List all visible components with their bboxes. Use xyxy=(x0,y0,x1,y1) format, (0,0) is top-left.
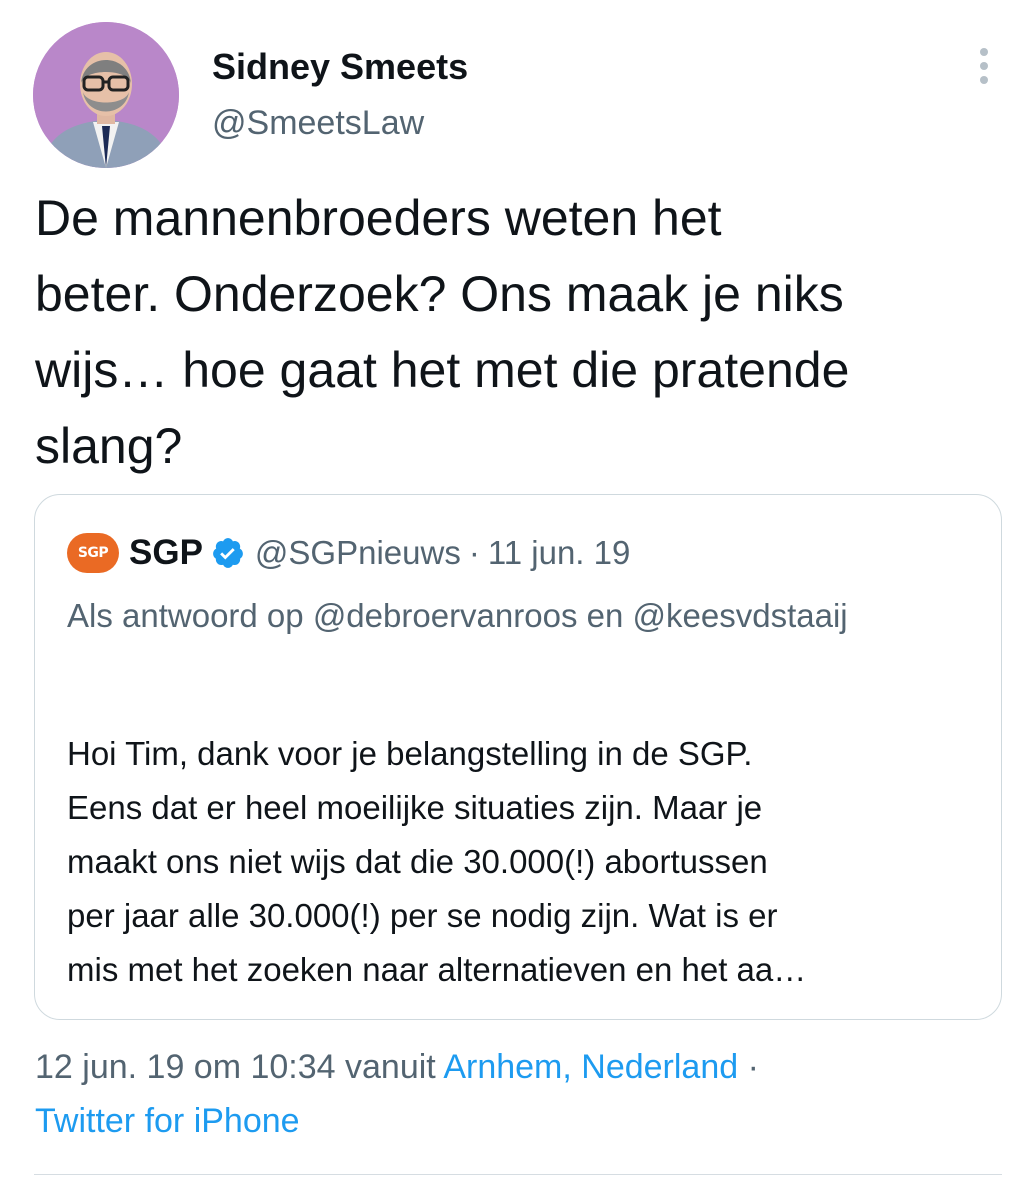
reply-mention-2: @keesvdstaaij xyxy=(632,597,848,634)
via-prefix: vanuit xyxy=(345,1048,436,1086)
quoted-tweet-text: Hoi Tim, dank voor je belangstelling in … xyxy=(67,735,807,988)
avatar[interactable] xyxy=(33,22,179,168)
meta-separator: · xyxy=(747,1048,759,1086)
avatar-photo xyxy=(33,22,179,168)
sgp-logo[interactable]: SGP xyxy=(67,533,119,573)
reply-context: Als antwoord op @debroervanroos en @kees… xyxy=(67,591,967,641)
quoted-tweet-date[interactable]: 11 jun. 19 xyxy=(488,534,631,572)
reply-prefix: Als antwoord op xyxy=(67,597,304,634)
source-link[interactable]: Twitter for iPhone xyxy=(35,1102,300,1140)
tweet-timestamp[interactable]: 12 jun. 19 om 10:34 xyxy=(35,1048,336,1086)
location-link[interactable]: Arnhem, Nederland xyxy=(443,1048,738,1086)
reply-joiner: en xyxy=(586,597,624,634)
header-separator: · xyxy=(468,534,480,571)
quoted-tweet-header: SGP SGP @SGPnieuws · 11 jun. 19 xyxy=(67,533,630,573)
tweet-meta: 12 jun. 19 om 10:34 vanuit Arnhem, Neder… xyxy=(35,1040,995,1148)
verified-badge-icon xyxy=(213,538,243,568)
author-handle[interactable]: @SmeetsLaw xyxy=(212,104,424,143)
quoted-author-handle[interactable]: @SGPnieuws xyxy=(255,534,461,572)
reply-mention-1: @debroervanroos xyxy=(312,597,578,634)
quoted-author-name[interactable]: SGP xyxy=(129,533,203,573)
tweet-text: De mannenbroeders weten het beter. Onder… xyxy=(35,190,850,474)
quoted-tweet-card[interactable]: SGP SGP @SGPnieuws · 11 jun. 19 Als antw… xyxy=(34,494,1002,1020)
divider xyxy=(34,1174,1002,1175)
vertical-ellipsis-icon[interactable] xyxy=(970,44,998,88)
author-display-name[interactable]: Sidney Smeets xyxy=(212,46,468,88)
